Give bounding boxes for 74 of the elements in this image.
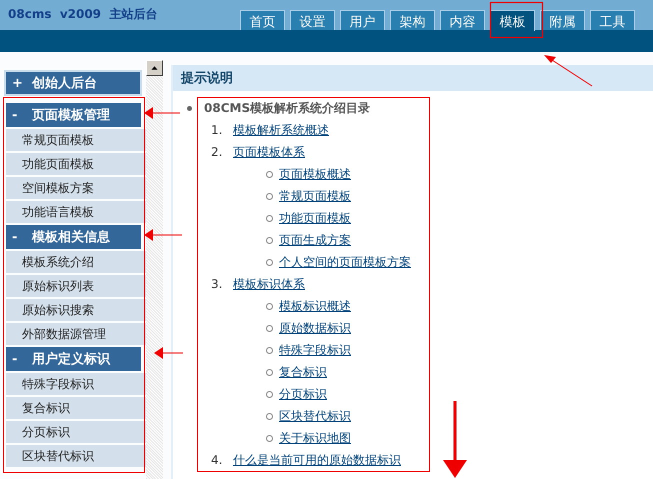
- sidebar-item[interactable]: 功能页面模板: [6, 153, 146, 175]
- circle-bullet-icon: [266, 258, 273, 266]
- list-number: 2.: [210, 145, 224, 159]
- sidebar-heading[interactable]: - 模板相关信息: [6, 225, 141, 249]
- circle-bullet-icon: [266, 170, 273, 178]
- nav-tab[interactable]: 架构: [390, 10, 435, 30]
- toc-link[interactable]: 关于标识地图: [279, 430, 351, 446]
- annotation-arrow: [544, 55, 592, 86]
- toc-link[interactable]: 区块替代标识: [279, 408, 351, 424]
- toc-link[interactable]: 什么是当前可用的原始数据标识: [233, 452, 401, 468]
- sidebar-item[interactable]: 常规页面模板: [6, 129, 146, 151]
- list-number: 4.: [210, 453, 224, 467]
- sidebar-item[interactable]: 原始标识列表: [6, 275, 146, 297]
- sidebar-item[interactable]: 外部数据源管理: [6, 323, 146, 345]
- collapse-sign: -: [12, 108, 18, 122]
- heading-label: 创始人后台: [32, 74, 97, 92]
- sidebar-item[interactable]: 功能语言模板: [6, 201, 146, 223]
- collapse-sign: -: [12, 230, 18, 244]
- toc-title: 08CMS模板解析系统介绍目录: [204, 100, 370, 116]
- toc-link[interactable]: 个人空间的页面模板方案: [279, 254, 411, 270]
- sidebar-heading[interactable]: + 创始人后台: [6, 72, 140, 94]
- toc-link[interactable]: 页面模板概述: [279, 166, 351, 182]
- nav-tab[interactable]: 附属: [540, 10, 585, 30]
- nav-tab[interactable]: 首页: [240, 10, 285, 30]
- sidebar-heading[interactable]: - 页面模板管理: [6, 103, 141, 127]
- heading-label: 用户定义标识: [32, 350, 110, 368]
- toc-link[interactable]: 模板标识体系: [233, 276, 305, 292]
- bullet-icon: [187, 106, 192, 110]
- list-number: 3.: [210, 277, 224, 291]
- collapse-sign: -: [12, 352, 18, 366]
- toc-link[interactable]: 模板解析系统概述: [233, 122, 329, 138]
- toc-link[interactable]: 特殊字段标识: [279, 342, 351, 358]
- heading-label: 页面模板管理: [32, 107, 110, 124]
- highlight-frame: [490, 2, 544, 38]
- circle-bullet-icon: [266, 214, 273, 222]
- circle-bullet-icon: [266, 434, 273, 442]
- heading-label: 模板相关信息: [32, 228, 110, 246]
- circle-bullet-icon: [266, 412, 273, 420]
- expand-sign: +: [12, 76, 22, 90]
- circle-bullet-icon: [266, 368, 273, 376]
- toc-link[interactable]: 功能页面模板: [279, 210, 351, 226]
- sidebar-item[interactable]: 空间模板方案: [6, 177, 146, 199]
- toc-link[interactable]: 页面模板体系: [233, 144, 305, 160]
- toc-link[interactable]: 分页标识: [279, 386, 327, 402]
- sidebar-heading[interactable]: - 用户定义标识: [6, 347, 141, 371]
- nav-tab[interactable]: 用户: [340, 10, 385, 30]
- nav-tab[interactable]: 工具: [590, 10, 635, 30]
- nav-tab[interactable]: 设置: [290, 10, 335, 30]
- nav-tab[interactable]: 内容: [440, 10, 485, 30]
- site-title: 08cms v2009 主站后台: [8, 6, 158, 23]
- scroll-up-button[interactable]: [146, 60, 163, 76]
- toc-link[interactable]: 复合标识: [279, 364, 327, 380]
- sidebar-item[interactable]: 原始标识搜索: [6, 299, 146, 321]
- circle-bullet-icon: [266, 346, 273, 354]
- circle-bullet-icon: [266, 302, 273, 310]
- sidebar-item[interactable]: 分页标识: [6, 421, 146, 443]
- circle-bullet-icon: [266, 390, 273, 398]
- annotation-arrow: [144, 107, 180, 119]
- nav-tab[interactable]: 模板: [490, 10, 535, 31]
- toc-link[interactable]: 模板标识概述: [279, 298, 351, 314]
- panel-title: 提示说明: [181, 70, 233, 87]
- annotation-arrow: [154, 347, 184, 359]
- sidebar-item[interactable]: 特殊字段标识: [6, 373, 146, 395]
- toc-link[interactable]: 页面生成方案: [279, 232, 351, 248]
- sidebar-item[interactable]: 区块替代标识: [6, 445, 146, 467]
- sidebar-item[interactable]: 复合标识: [6, 397, 146, 419]
- annotation-arrow: [144, 229, 182, 241]
- list-number: 1.: [210, 123, 224, 137]
- toc-link[interactable]: 常规页面模板: [279, 188, 351, 204]
- circle-bullet-icon: [266, 324, 273, 332]
- toc-link[interactable]: 原始数据标识: [279, 320, 351, 336]
- circle-bullet-icon: [266, 192, 273, 200]
- sidebar-item[interactable]: 模板系统介绍: [6, 251, 146, 273]
- circle-bullet-icon: [266, 236, 273, 244]
